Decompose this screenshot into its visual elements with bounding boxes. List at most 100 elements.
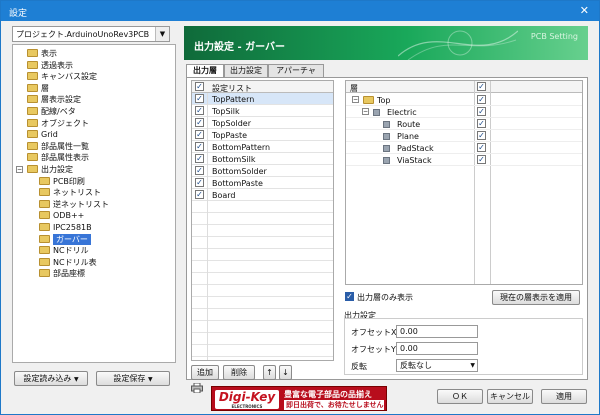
layer-header-checkbox[interactable]: ✓ — [477, 82, 486, 91]
select-all-checkbox[interactable]: ✓ — [195, 82, 204, 91]
folder-icon — [27, 83, 38, 92]
invert-select-value: 反転なし — [400, 361, 432, 370]
layer-checkbox[interactable]: ✓ — [195, 118, 204, 127]
tree-item[interactable]: ODB++ — [15, 210, 173, 221]
apply-button[interactable]: 適用 — [541, 389, 587, 404]
tree-item[interactable]: NCドリル表 — [15, 257, 173, 268]
tree-item[interactable]: ネットリスト — [15, 187, 173, 198]
list-item[interactable]: ✓ BottomSilk — [192, 153, 333, 165]
layer-checkbox[interactable]: ✓ — [477, 95, 486, 104]
list-item[interactable]: ✓ TopPattern — [192, 93, 333, 105]
cancel-button[interactable]: キャンセル — [487, 389, 533, 404]
layer-row[interactable]: Route ✓ — [346, 118, 582, 130]
tree-item[interactable]: IPC2581B — [15, 222, 173, 233]
chevron-down-icon[interactable]: ▼ — [155, 27, 169, 41]
checkbox-cell: ✓ — [192, 93, 208, 105]
move-up-button[interactable]: ↑ — [263, 365, 276, 380]
tree-item[interactable]: 部品属性表示 — [15, 152, 173, 163]
tab-output-settings[interactable]: 出力設定 — [224, 64, 268, 78]
invert-select[interactable]: 反転なし ▼ — [396, 359, 478, 372]
layer-row[interactable]: PadStack ✓ — [346, 142, 582, 154]
tree-item[interactable]: PCB印刷 — [15, 176, 173, 187]
tree-item-label: ネットリスト — [53, 188, 101, 198]
layer-checkbox[interactable]: ✓ — [477, 143, 486, 152]
collapse-icon[interactable]: − — [16, 166, 23, 173]
tree-item[interactable]: 配線/ベタ — [15, 106, 173, 117]
tab-aperture[interactable]: アパーチャ — [268, 64, 324, 78]
tree-item[interactable]: キャンバス設定 — [15, 71, 173, 82]
layer-table[interactable]: 層 ✓ − Top ✓ − Electric ✓ Route ✓ Plane ✓ PadStack ✓… — [345, 80, 583, 285]
list-item-name: Board — [212, 191, 236, 200]
tree-item[interactable]: ガーバー — [15, 233, 173, 245]
checkbox-cell — [192, 285, 208, 297]
folder-icon — [27, 141, 38, 150]
list-item[interactable]: ✓ BottomPaste — [192, 177, 333, 189]
tree-item[interactable]: 部品属性一覧 — [15, 141, 173, 152]
tree-item[interactable]: − 出力設定 — [15, 164, 173, 175]
folder-icon — [39, 188, 50, 197]
save-settings-button[interactable]: 設定保存 ▼ — [96, 371, 170, 386]
layer-name: PadStack — [397, 144, 434, 153]
layer-row[interactable]: Plane ✓ — [346, 130, 582, 142]
folder-icon — [39, 223, 50, 231]
delete-button[interactable]: 削除 — [223, 365, 255, 380]
collapse-icon[interactable]: − — [352, 96, 359, 103]
digikey-ad-banner[interactable]: Digi-Key ELECTRONICS 豊富な電子部品の品揃え 即日出荷で、お… — [211, 386, 387, 411]
move-down-button[interactable]: ↓ — [279, 365, 292, 380]
list-item-name: TopPattern — [212, 95, 255, 104]
layer-row[interactable]: ViaStack ✓ — [346, 154, 582, 166]
offset-y-field[interactable]: 0.00 — [396, 342, 478, 355]
list-item[interactable]: ✓ BottomSolder — [192, 165, 333, 177]
list-item-name: BottomPaste — [212, 179, 263, 188]
settings-tree[interactable]: 表示 透過表示 キャンバス設定層層表示設定 配線/ベタ オブジェクト Grid 部品属性一覧… — [12, 44, 176, 363]
layer-row[interactable]: − Top ✓ — [346, 94, 582, 106]
layer-checkbox[interactable]: ✓ — [195, 166, 204, 175]
layer-header-label: 層 — [350, 84, 358, 93]
tree-item[interactable]: 部品座標 — [15, 268, 173, 279]
layer-checkbox[interactable]: ✓ — [195, 142, 204, 151]
list-item[interactable]: ✓ BottomPattern — [192, 141, 333, 153]
list-item-name: TopSolder — [212, 119, 251, 128]
project-select[interactable]: プロジェクト.ArduinoUnoRev3PCB ▼ — [12, 26, 170, 42]
layer-checkbox[interactable]: ✓ — [195, 178, 204, 187]
list-item[interactable]: ✓ TopSolder — [192, 117, 333, 129]
tree-item[interactable]: 透過表示 — [15, 60, 173, 71]
folder-icon — [27, 165, 38, 173]
output-layer-list[interactable]: ✓ 設定リスト ✓ TopPattern ✓ TopSilk ✓ TopSolder ✓ To… — [191, 80, 334, 361]
layer-checkbox[interactable]: ✓ — [195, 94, 204, 103]
list-item[interactable]: ✓ TopPaste — [192, 129, 333, 141]
layer-checkbox[interactable]: ✓ — [195, 154, 204, 163]
close-icon[interactable]: ✕ — [580, 4, 589, 17]
tree-item[interactable]: オブジェクト — [15, 118, 173, 129]
tree-item[interactable]: NCドリル — [15, 245, 173, 256]
layer-checkbox[interactable]: ✓ — [195, 106, 204, 115]
layer-checkbox[interactable]: ✓ — [477, 131, 486, 140]
tree-item[interactable]: 層 — [15, 83, 173, 94]
tree-item[interactable]: 表示 — [15, 48, 173, 59]
checkbox-cell: ✓ — [192, 189, 208, 201]
list-item-name: BottomSolder — [212, 167, 267, 176]
tree-item-label: 透過表示 — [41, 60, 73, 70]
layer-checkbox[interactable]: ✓ — [195, 190, 204, 199]
layer-checkbox[interactable]: ✓ — [477, 155, 486, 164]
only-output-layers-checkbox[interactable]: ✓ — [345, 292, 354, 301]
chevron-down-icon[interactable]: ▼ — [470, 360, 475, 371]
add-button[interactable]: 追加 — [191, 365, 219, 380]
tree-item[interactable]: 層表示設定 — [15, 94, 173, 105]
offset-x-field[interactable]: 0.00 — [396, 325, 478, 338]
list-item-name: BottomPattern — [212, 143, 271, 152]
layer-checkbox[interactable]: ✓ — [477, 107, 486, 116]
layer-row[interactable]: − Electric ✓ — [346, 106, 582, 118]
tree-item[interactable]: Grid — [15, 129, 173, 140]
layer-checkbox[interactable]: ✓ — [477, 119, 486, 128]
printer-icon[interactable] — [191, 382, 203, 394]
list-item[interactable]: ✓ Board — [192, 189, 333, 201]
list-item[interactable]: ✓ TopSilk — [192, 105, 333, 117]
digikey-logo-sub: ELECTRONICS — [231, 404, 263, 409]
tree-item[interactable]: 逆ネットリスト — [15, 199, 173, 210]
ok-button[interactable]: ＯＫ — [437, 389, 483, 404]
collapse-icon[interactable]: − — [362, 108, 369, 115]
apply-current-layer-view-button[interactable]: 現在の層表示を適用 — [492, 290, 580, 305]
layer-checkbox[interactable]: ✓ — [195, 130, 204, 139]
load-settings-button[interactable]: 設定読み込み ▼ — [14, 371, 88, 386]
